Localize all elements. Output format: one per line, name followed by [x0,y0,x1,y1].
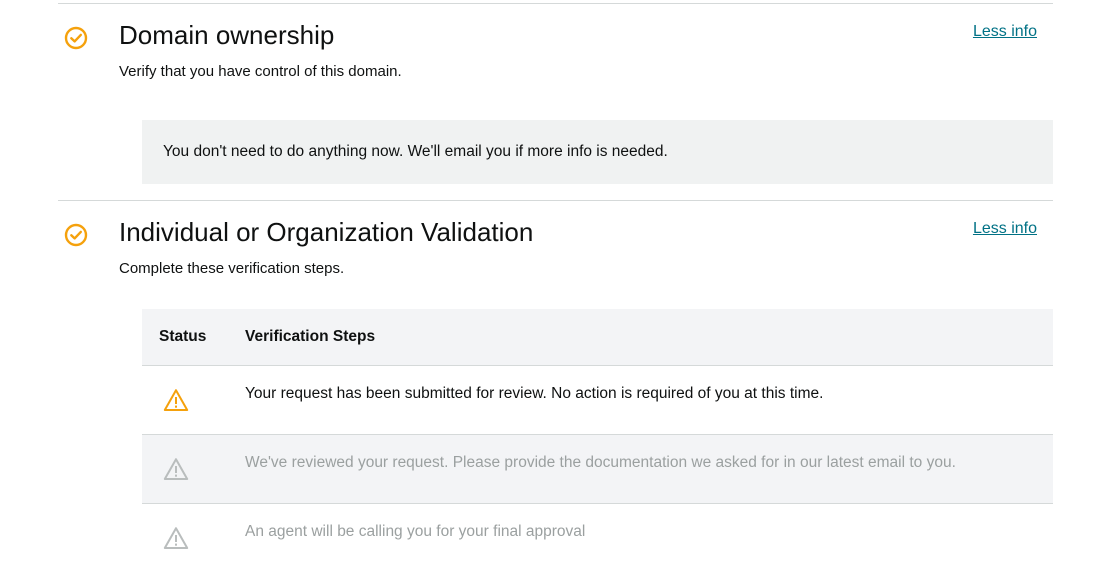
section-title: Individual or Organization Validation [119,217,534,247]
warning-icon [163,389,189,411]
status-column-header: Status [159,328,207,345]
verification-steps-table: Status Verification Steps Your request h… [142,309,1053,572]
warning-icon [163,527,189,549]
check-circle-icon [64,223,88,247]
step-text: We've reviewed your request. Please prov… [245,454,956,471]
step-text: Your request has been submitted for revi… [245,385,824,402]
table-row: We've reviewed your request. Please prov… [142,435,1053,504]
check-circle-icon [64,26,88,50]
table-row: An agent will be calling you for your fi… [142,504,1053,572]
less-info-link[interactable]: Less info [973,23,1037,41]
section-divider [58,200,1053,201]
less-info-link[interactable]: Less info [973,220,1037,238]
section-subtitle: Complete these verification steps. [119,260,345,277]
section-subtitle: Verify that you have control of this dom… [119,63,402,80]
info-notice: You don't need to do anything now. We'll… [142,120,1053,184]
table-row: Your request has been submitted for revi… [142,366,1053,435]
section-title: Domain ownership [119,20,335,50]
step-text: An agent will be calling you for your fi… [245,523,586,540]
table-header: Status Verification Steps [142,309,1053,366]
section-divider-top [58,3,1053,4]
steps-column-header: Verification Steps [245,328,376,345]
warning-icon [163,458,189,480]
